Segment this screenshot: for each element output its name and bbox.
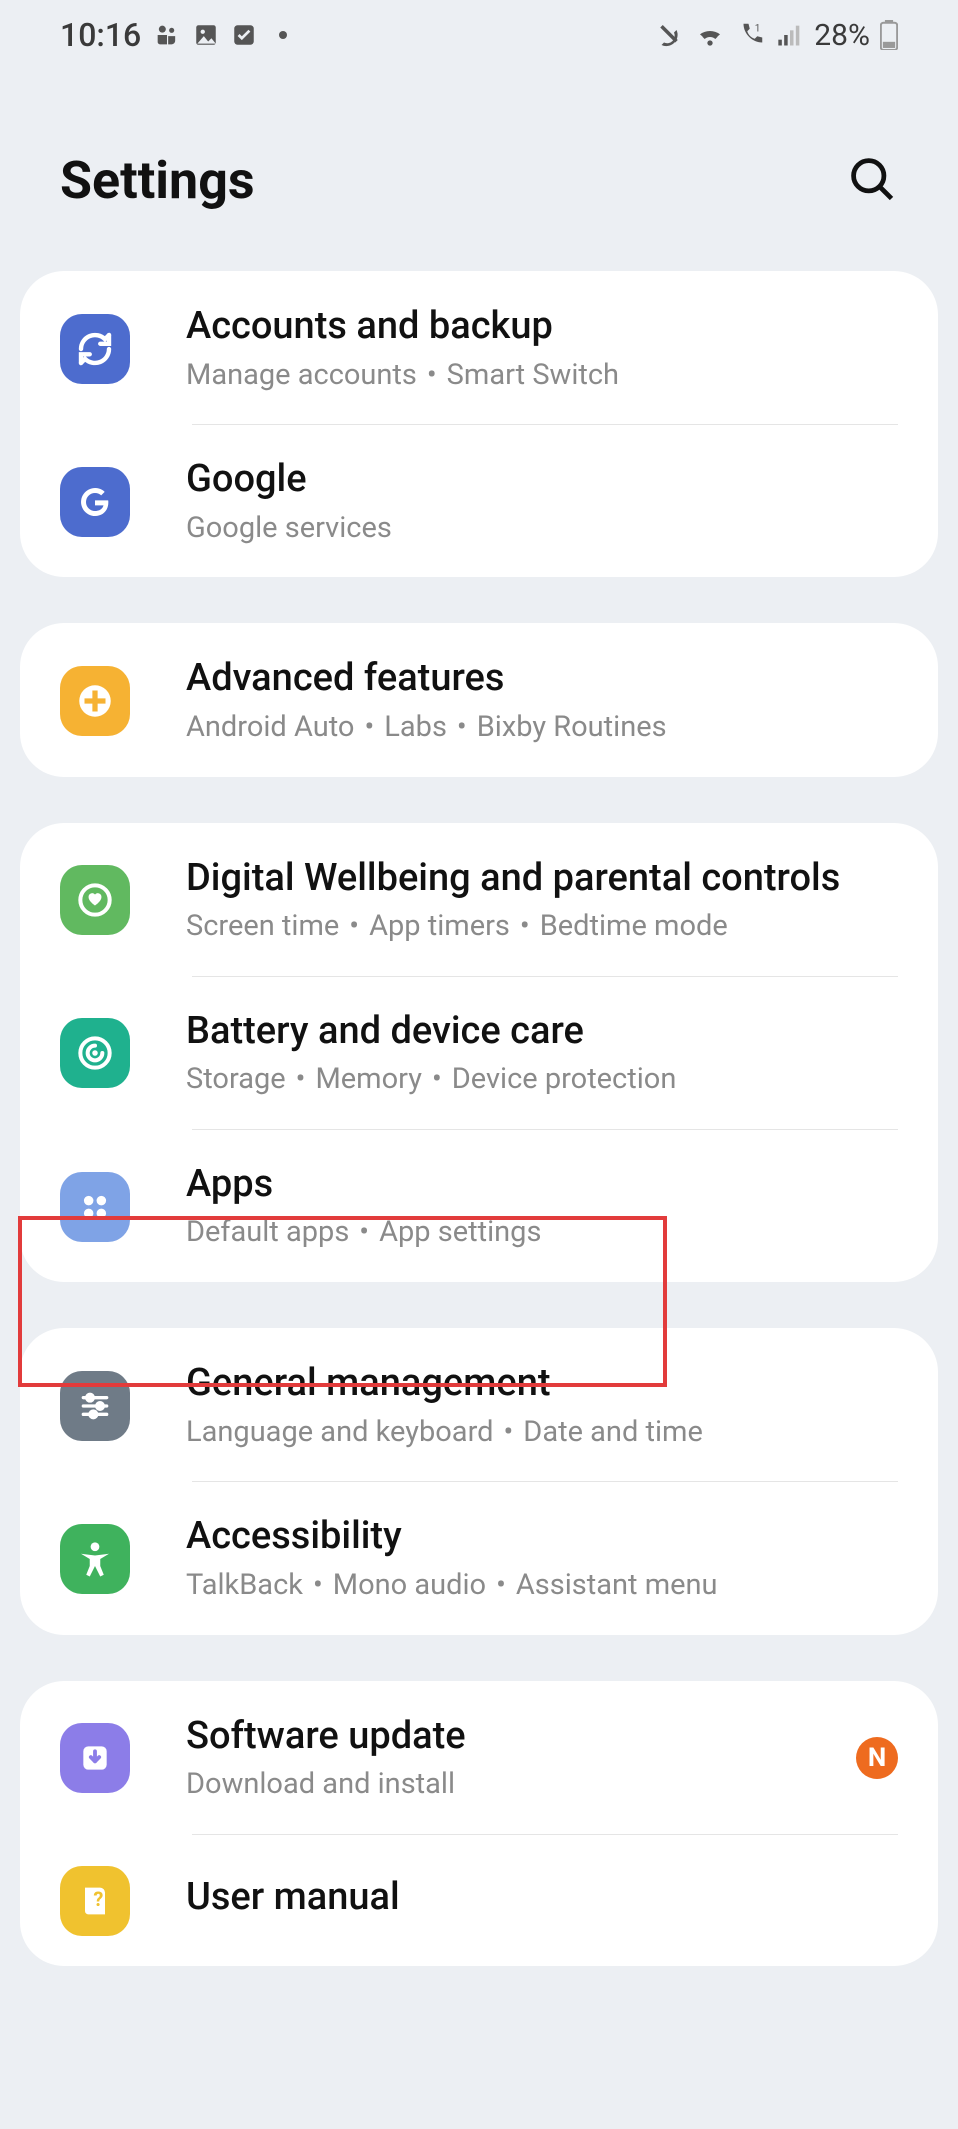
status-bar: 10:16 1 28% [0,0,958,70]
settings-row-wellbeing[interactable]: Digital Wellbeing and parental controls … [20,823,938,976]
settings-row-advanced[interactable]: Advanced features Android Auto•Labs•Bixb… [20,623,938,776]
google-icon [60,467,130,537]
status-left: 10:16 [60,16,287,54]
row-subtitle: Android Auto•Labs•Bixby Routines [186,709,898,747]
row-text: Battery and device care Storage•Memory•D… [186,1008,898,1099]
row-subtitle: TalkBack•Mono audio•Assistant menu [186,1567,898,1605]
settings-row-battery[interactable]: Battery and device care Storage•Memory•D… [20,976,938,1129]
row-subtitle: Screen time•App timers•Bedtime mode [186,908,898,946]
settings-row-accessibility[interactable]: Accessibility TalkBack•Mono audio•Assist… [20,1481,938,1634]
plus-gear-icon [60,666,130,736]
row-text: Software update Download and install [186,1713,856,1804]
status-time: 10:16 [60,16,141,54]
sliders-icon [60,1371,130,1441]
download-circle-icon [60,1723,130,1793]
book-help-icon: ? [60,1866,130,1936]
row-text: Google Google services [186,456,898,547]
row-title: Software update [186,1713,856,1761]
settings-group: Software update Download and install N ?… [20,1681,938,1966]
row-text: User manual [186,1874,898,1928]
row-title: Accounts and backup [186,303,898,351]
row-title: Digital Wellbeing and parental controls [186,855,898,903]
settings-row-general[interactable]: General management Language and keyboard… [20,1328,938,1481]
header: Settings [0,70,958,271]
row-title: General management [186,1360,898,1408]
row-text: General management Language and keyboard… [186,1360,898,1451]
row-text: Digital Wellbeing and parental controls … [186,855,898,946]
row-title: Accessibility [186,1513,898,1561]
row-title: Google [186,456,898,504]
row-subtitle: Download and install [186,1766,856,1804]
row-subtitle: Manage accounts•Smart Switch [186,357,898,395]
row-text: Advanced features Android Auto•Labs•Bixb… [186,655,898,746]
wifi-icon [694,19,726,51]
settings-group: General management Language and keyboard… [20,1328,938,1634]
accessibility-icon [60,1524,130,1594]
row-subtitle: Default apps•App settings [186,1214,898,1252]
gallery-icon [193,22,219,48]
search-button[interactable] [846,153,898,209]
settings-row-google[interactable]: Google Google services [20,424,938,577]
settings-row-apps[interactable]: Apps Default apps•App settings [20,1129,938,1282]
row-title: User manual [186,1874,898,1922]
teams-icon [153,21,181,49]
row-title: Advanced features [186,655,898,703]
volte-icon: 1 [736,20,766,50]
sync-icon [60,314,130,384]
settings-row-software[interactable]: Software update Download and install N [20,1681,938,1834]
more-notifications-dot [279,31,287,39]
settings-group: Digital Wellbeing and parental controls … [20,823,938,1283]
battery-percent: 28% [814,18,870,53]
svg-text:?: ? [93,1887,103,1911]
search-icon [846,153,898,205]
row-text: Accounts and backup Manage accounts•Smar… [186,303,898,394]
apps-grid-icon [60,1172,130,1242]
notification-badge: N [856,1737,898,1779]
page-title: Settings [60,150,255,211]
signal-icon [776,21,804,49]
settings-row-accounts[interactable]: Accounts and backup Manage accounts•Smar… [20,271,938,424]
row-title: Apps [186,1161,898,1209]
row-title: Battery and device care [186,1008,898,1056]
battery-icon [880,20,898,50]
svg-text:1: 1 [755,23,761,34]
row-text: Apps Default apps•App settings [186,1161,898,1252]
device-care-icon [60,1018,130,1088]
vibrate-icon [654,20,684,50]
row-subtitle: Language and keyboard•Date and time [186,1414,898,1452]
settings-group: Advanced features Android Auto•Labs•Bixb… [20,623,938,776]
status-right: 1 28% [654,18,898,53]
settings-row-usermanual[interactable]: ? User manual [20,1834,938,1966]
check-icon [231,22,257,48]
row-subtitle: Google services [186,510,898,548]
settings-group: Accounts and backup Manage accounts•Smar… [20,271,938,577]
row-text: Accessibility TalkBack•Mono audio•Assist… [186,1513,898,1604]
heart-circle-icon [60,865,130,935]
row-subtitle: Storage•Memory•Device protection [186,1061,898,1099]
